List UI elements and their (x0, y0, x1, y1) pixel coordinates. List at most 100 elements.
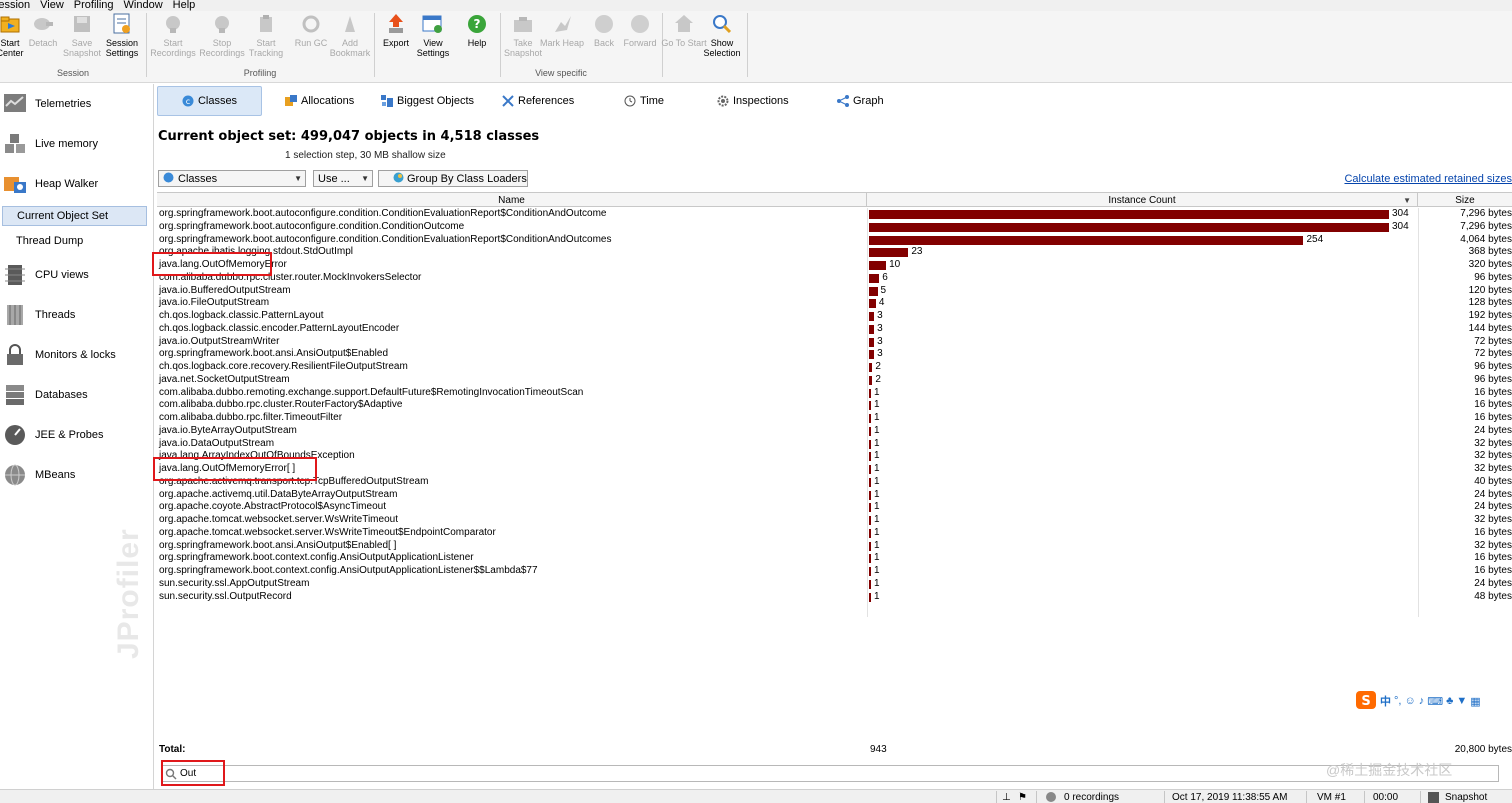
table-row[interactable]: com.alibaba.dubbo.rpc.cluster.router.Moc… (157, 272, 1512, 285)
table-row[interactable]: org.apache.activemq.transport.tcp.TcpBuf… (157, 476, 1512, 489)
table-row[interactable]: sun.security.ssl.AppOutputStream 1 24 byte… (157, 578, 1512, 591)
table-row[interactable]: sun.security.ssl.OutputRecord 1 48 bytes (157, 591, 1512, 604)
column-header-size[interactable]: Size (1418, 193, 1512, 207)
apps-icon[interactable]: ▦ (1470, 695, 1480, 708)
table-row[interactable]: ch.qos.logback.classic.encoder.PatternLa… (157, 323, 1512, 336)
sidebar-item-telemetries[interactable]: Telemetries (0, 86, 150, 122)
table-row[interactable]: java.io.FileOutputStream 4 128 bytes (157, 297, 1512, 310)
table-row[interactable]: ch.qos.logback.classic.PatternLayout 3 192… (157, 310, 1512, 323)
shirt-icon[interactable]: ▼ (1456, 695, 1467, 707)
table-row[interactable]: java.net.SocketOutputStream 2 96 bytes (157, 374, 1512, 387)
table-row[interactable]: ch.qos.logback.core.recovery.ResilientFi… (157, 361, 1512, 374)
menu-session[interactable]: Session (0, 0, 35, 11)
live-memory-icon (2, 131, 28, 157)
sidebar-item-current-object-set[interactable]: Current Object Set (2, 206, 147, 226)
sidebar-item-databases[interactable]: Databases (0, 377, 150, 413)
search-field[interactable]: Out (161, 765, 1499, 782)
column-header-instance-count[interactable]: Instance Count ▼ (867, 193, 1418, 207)
sidebar-item-cpu-views[interactable]: CPU views (0, 257, 150, 293)
size-cell: 7,296 bytes (1460, 208, 1512, 219)
tab-graph[interactable]: Graph (837, 86, 884, 116)
table-row[interactable]: org.springframework.boot.ansi.AnsiOutput… (157, 540, 1512, 553)
emoji-icon[interactable]: ☺ (1404, 695, 1415, 707)
start-recordings-button[interactable]: Start Recordings (149, 13, 197, 71)
table-row[interactable]: org.springframework.boot.context.config.… (157, 565, 1512, 578)
table-row[interactable]: java.io.ByteArrayOutputStream 1 24 bytes (157, 425, 1512, 438)
class-name-cell: com.alibaba.dubbo.rpc.cluster.RouterFact… (159, 399, 403, 411)
menu-help[interactable]: Help (168, 0, 201, 11)
table-row[interactable]: com.alibaba.dubbo.rpc.filter.TimeoutFilt… (157, 412, 1512, 425)
mark-heap-button[interactable]: Mark Heap (538, 13, 586, 71)
instance-count-cell: 2 (875, 361, 881, 372)
menu-window[interactable]: Window (119, 0, 168, 11)
table-row[interactable]: java.lang.OutOfMemoryError 10 320 bytes (157, 259, 1512, 272)
size-cell: 16 bytes (1474, 399, 1512, 411)
table-row[interactable]: org.apache.ibatis.logging.stdout.StdOutI… (157, 246, 1512, 259)
instance-count-bar (869, 541, 871, 551)
tab-inspections[interactable]: Inspections (717, 86, 789, 116)
record-icon (1046, 792, 1056, 802)
punctuation-icon[interactable]: °, (1394, 695, 1401, 707)
use-button[interactable]: Use ... ▼ (313, 170, 373, 187)
tab-time[interactable]: Time (624, 86, 664, 116)
instance-count-cell: 1 (874, 450, 880, 462)
keyboard-icon[interactable]: ⌨ (1427, 695, 1443, 708)
skin-icon[interactable]: ♣ (1446, 695, 1453, 707)
instance-count-bar (869, 567, 871, 576)
table-row[interactable]: java.io.BufferedOutputStream 5 120 bytes (157, 285, 1512, 298)
sidebar-item-heap-walker[interactable]: Heap Walker (0, 166, 150, 202)
show-selection-button[interactable]: Show Selection (698, 13, 746, 71)
table-row[interactable]: java.lang.ArrayIndexOutOfBoundsException… (157, 450, 1512, 463)
table-row[interactable]: java.lang.OutOfMemoryError[ ] 1 32 bytes (157, 463, 1512, 476)
table-row[interactable]: org.apache.coyote.AbstractProtocol$Async… (157, 501, 1512, 514)
table-row[interactable]: org.springframework.boot.autoconfigure.c… (157, 221, 1512, 234)
class-name-cell: org.springframework.boot.ansi.AnsiOutput… (159, 348, 389, 360)
view-type-combo[interactable]: Classes ▼ (158, 170, 306, 187)
tab-biggest-objects[interactable]: Biggest Objects (381, 86, 474, 116)
tab-references[interactable]: References (502, 86, 574, 116)
sidebar-item-thread-dump[interactable]: Thread Dump (2, 231, 147, 251)
sidebar-item-threads[interactable]: Threads (0, 297, 150, 333)
flag-icon[interactable]: ⚑ (1018, 791, 1027, 803)
stop-recordings-button[interactable]: Stop Recordings (198, 13, 246, 71)
start-tracking-icon (255, 13, 277, 35)
table-row[interactable]: com.alibaba.dubbo.remoting.exchange.supp… (157, 387, 1512, 400)
help-button[interactable]: ? Help (453, 13, 501, 71)
menu-view[interactable]: View (35, 0, 69, 11)
forward-button[interactable]: Forward (616, 13, 664, 71)
group-by-class-loaders-button[interactable]: Group By Class Loaders (378, 170, 528, 187)
table-row[interactable]: org.springframework.boot.context.config.… (157, 552, 1512, 565)
table-row[interactable]: org.apache.tomcat.websocket.server.WsWri… (157, 514, 1512, 527)
session-settings-button[interactable]: Session Settings (98, 13, 146, 71)
column-header-name[interactable]: Name (157, 193, 867, 207)
save-icon (1428, 791, 1439, 803)
class-name-cell: com.alibaba.dubbo.remoting.exchange.supp… (159, 386, 584, 398)
tab-allocations[interactable]: Allocations (285, 86, 354, 116)
classes-icon: c (182, 95, 194, 107)
sidebar-item-jee-probes[interactable]: JEE & Probes (0, 417, 150, 453)
add-bookmark-button[interactable]: Add Bookmark (326, 13, 374, 71)
tab-classes[interactable]: c Classes (157, 86, 262, 116)
sidebar-item-mbeans[interactable]: MBeans (0, 457, 150, 493)
start-tracking-button[interactable]: Start Tracking (242, 13, 290, 71)
ime-mode-label[interactable]: 中 (1380, 693, 1391, 709)
table-row[interactable]: org.apache.tomcat.websocket.server.WsWri… (157, 527, 1512, 540)
microphone-icon[interactable]: ♪ (1419, 695, 1425, 707)
table-row[interactable]: com.alibaba.dubbo.rpc.cluster.RouterFact… (157, 399, 1512, 412)
table-row[interactable]: org.springframework.boot.ansi.AnsiOutput… (157, 348, 1512, 361)
calculate-retained-sizes-link[interactable]: Calculate estimated retained sizes (1344, 173, 1512, 185)
table-row[interactable]: java.io.OutputStreamWriter 3 72 bytes (157, 336, 1512, 349)
menu-profiling[interactable]: Profiling (69, 0, 119, 11)
instance-count-cell: 1 (874, 565, 880, 576)
instance-count-cell: 5 (880, 284, 887, 296)
table-row[interactable]: org.apache.activemq.util.DataByteArrayOu… (157, 489, 1512, 502)
table-row[interactable]: java.io.DataOutputStream 1 32 bytes (157, 438, 1512, 451)
pin-icon[interactable]: ⊥ (1002, 791, 1011, 803)
sidebar-item-monitors-locks[interactable]: Monitors & locks (0, 337, 150, 373)
table-row[interactable]: org.springframework.boot.autoconfigure.c… (157, 208, 1512, 221)
sidebar-item-live-memory[interactable]: Live memory (0, 126, 150, 162)
instance-count-cell: 1 (874, 514, 880, 525)
table-row[interactable]: org.springframework.boot.autoconfigure.c… (157, 234, 1512, 247)
class-name-cell: org.apache.tomcat.websocket.server.WsWri… (159, 514, 398, 525)
view-settings-button[interactable]: View Settings (409, 13, 457, 71)
